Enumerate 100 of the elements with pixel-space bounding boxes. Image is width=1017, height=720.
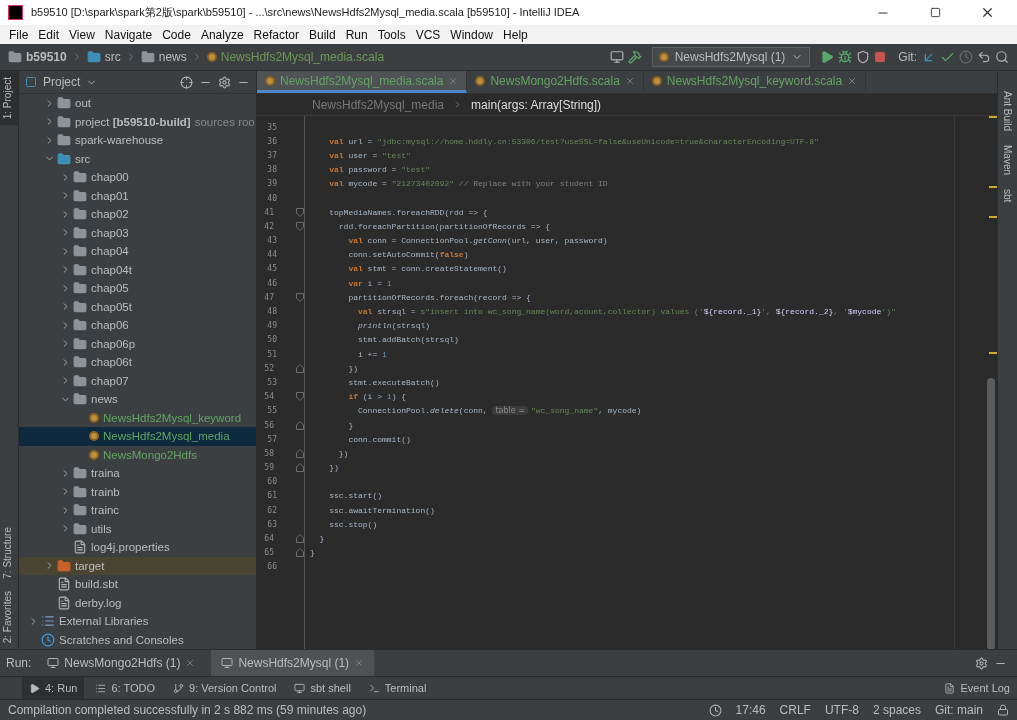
project-view-dropdown[interactable]: Project [43,75,81,89]
code-line: val password = "test" [328,165,431,175]
menu-item[interactable]: Code [157,27,196,42]
tree-item[interactable]: chap06t [19,353,256,372]
code-line: val url = "jdbc:mysql://home.hddly.cn:53306/test?useSSL=false&useUnicode=true&characterEncoding=UTF-8" [328,136,819,146]
tree-item[interactable]: trainc [19,501,256,520]
tool-window-button[interactable]: 6: TODO [88,677,163,699]
status-item[interactable]: CRLF [779,703,811,717]
tree-item[interactable]: chap03 [19,223,256,242]
status-item[interactable]: 2 spaces [872,703,921,717]
folder-icon [86,50,101,64]
tree-item[interactable]: chap02 [19,205,256,224]
tree-item[interactable]: build.sbt [19,575,256,594]
breadcrumb-item[interactable]: NewsHdfs2Mysql_media.scala [220,50,385,64]
debug-icon[interactable] [838,50,853,64]
tree-item[interactable]: chap04t [19,260,256,279]
tool-window-button[interactable]: Event Log [937,677,1017,699]
tool-window-tab[interactable]: sbt [1002,189,1013,203]
fold-start-icon[interactable] [296,392,304,402]
fold-end-icon[interactable] [296,448,304,458]
undo-icon[interactable] [977,50,991,64]
fold-end-icon[interactable] [296,548,304,558]
menu-item[interactable]: Analyze [195,27,249,42]
menu-item[interactable]: Navigate [99,27,158,42]
tree-item[interactable]: chap00 [19,168,256,187]
fold-end-icon[interactable] [296,534,304,544]
tree-item[interactable]: NewsMongo2Hdfs [19,445,256,464]
fold-start-icon[interactable] [296,207,304,217]
menu-item[interactable]: VCS [410,27,446,42]
tree-item[interactable]: chap05 [19,279,256,298]
tree-item[interactable]: External Libraries [19,612,256,631]
tree-item[interactable]: src [19,149,256,168]
breadcrumb-item[interactable]: main(args: Array[String]) [471,97,602,112]
status-item[interactable]: Git: main [935,703,983,717]
run-tab[interactable]: NewsMongo2Hdfs (1) [37,650,206,676]
tool-window-button[interactable]: 9: Version Control [166,677,284,699]
breadcrumb-item[interactable]: NewsHdfs2Mysql_media [312,97,445,112]
error-stripe-mark [989,116,997,118]
menu-item[interactable]: Window [445,27,499,42]
settings-icon[interactable] [975,656,988,670]
tree-item[interactable]: log4j.properties [19,538,256,557]
breadcrumb-item[interactable]: b59510 [26,50,67,64]
tree-item[interactable]: chap06 [19,316,256,335]
tree-item[interactable]: chap04 [19,242,256,261]
tree-item[interactable]: chap05t [19,297,256,316]
settings-icon[interactable] [218,75,231,89]
line-number: 62 [266,505,277,515]
monitor-icon[interactable] [609,50,624,64]
fold-end-icon[interactable] [296,420,304,430]
tool-window-tab[interactable]: Ant Build [1002,91,1013,132]
tree-item[interactable]: utils [19,519,256,538]
editor-tab[interactable]: NewsMongo2Hdfs.scala [467,71,644,93]
maximize-icon[interactable] [929,7,941,18]
tool-window-tab[interactable]: 7: Structure [0,521,18,585]
tool-window-button[interactable]: sbt shell [287,677,358,699]
fold-start-icon[interactable] [296,221,304,231]
tool-window-button[interactable]: 4: Run [22,677,85,699]
tool-window-tab[interactable]: Maven [1002,145,1013,176]
menu-item[interactable]: Build [303,27,341,42]
tool-window-button[interactable]: Terminal [361,677,434,699]
tree-item[interactable]: trainb [19,482,256,501]
menu-item[interactable]: View [64,27,100,42]
stop-icon[interactable] [874,51,887,63]
menu-item[interactable]: Edit [33,27,65,42]
tree-item[interactable]: project [b59510-build] sources roo [19,112,256,131]
status-item[interactable]: 17:46 [735,703,766,717]
tree-item[interactable]: chap07 [19,371,256,390]
tree-item[interactable]: target [19,556,256,575]
run-icon[interactable] [820,50,835,64]
breadcrumb-item[interactable]: src [104,50,121,64]
tree-item[interactable]: NewsHdfs2Mysql_keyword [19,408,256,427]
fold-end-icon[interactable] [296,463,304,473]
tree-item[interactable]: chap06p [19,334,256,353]
tool-window-tab[interactable]: 2: Favorites [0,584,18,649]
run-tab[interactable]: NewsHdfs2Mysql (1) [211,650,375,676]
tree-item[interactable]: NewsHdfs2Mysql_media [19,427,256,446]
tree-item[interactable]: out [19,94,256,113]
tree-item[interactable]: news [19,390,256,409]
tree-item[interactable]: chap01 [19,186,256,205]
menu-item[interactable]: File [4,27,34,42]
status-item[interactable]: UTF-8 [824,703,859,717]
editor-tab[interactable]: NewsHdfs2Mysql_keyword.scala [643,71,867,93]
search-icon[interactable] [995,50,1009,64]
tree-item[interactable]: traina [19,464,256,483]
run-configuration-dropdown[interactable]: NewsHdfs2Mysql (1) [651,47,811,67]
tree-item[interactable]: spark-warehouse [19,131,256,150]
scrollbar-thumb[interactable] [987,378,995,649]
fold-end-icon[interactable] [296,363,304,373]
breadcrumb-item[interactable]: news [158,50,187,64]
menu-item[interactable]: Tools [372,27,411,42]
shield-icon[interactable] [856,50,871,64]
menu-item[interactable]: Refactor [248,27,304,42]
tree-item[interactable]: Scratches and Consoles [19,630,256,649]
locate-icon[interactable] [180,75,193,89]
hammer-icon[interactable] [627,50,642,64]
menu-item[interactable]: Run [340,27,373,42]
fold-start-icon[interactable] [296,292,304,302]
menu-item[interactable]: Help [498,27,533,42]
tree-item[interactable]: derby.log [19,593,256,612]
tool-window-tab[interactable]: 1: Project [0,71,18,126]
